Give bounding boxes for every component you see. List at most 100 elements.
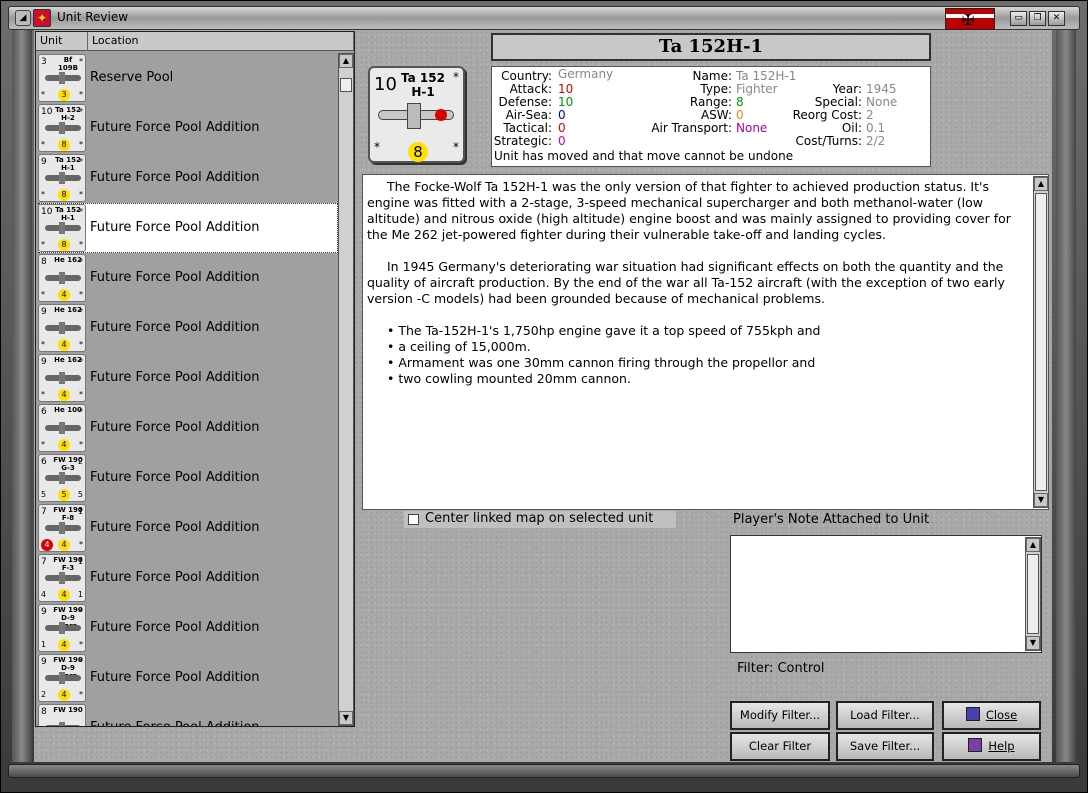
aircraft-icon	[45, 322, 81, 334]
scroll-down-icon[interactable]: ▼	[339, 711, 353, 725]
unit-list-row[interactable]: 9 He 162 * * * 4 Future Force Pool Addition	[38, 353, 338, 403]
unit-list-row[interactable]: 10 Ta 152 H-2 * * * 8 Future Force Pool Additi…	[38, 103, 338, 153]
reorg-value: 2	[866, 108, 874, 122]
counter-bottom-left: 2	[41, 690, 47, 699]
clear-filter-label: Clear Filter	[748, 739, 812, 753]
save-filter-button[interactable]: Save Filter...	[836, 732, 934, 761]
unit-location: Future Force Pool Addition	[90, 170, 260, 185]
aircraft-icon	[45, 722, 81, 726]
unit-list-scrollbar[interactable]: ▲ ▼	[338, 53, 354, 726]
counter-bottom-right: *	[79, 440, 83, 449]
aircraft-icon	[45, 572, 81, 584]
oil-label: Oil:	[841, 121, 862, 135]
aircraft-icon	[45, 672, 81, 684]
airsea-value: 0	[558, 108, 566, 122]
counter-bottom-right: 5	[77, 490, 83, 499]
scroll-down-icon[interactable]: ▼	[1026, 636, 1040, 650]
aircraft-icon	[45, 422, 81, 434]
unit-counter-thumbnail: 9 Ta 152 H-1 * * * 8	[38, 154, 86, 202]
unit-counter: 10 Ta 152 H-1 * * * 8	[368, 66, 465, 163]
counter-bottom-left: *	[41, 90, 45, 99]
center-map-label: Center linked map on selected unit	[425, 511, 654, 526]
unit-list-row[interactable]: 7 FW 190 F-3 1 4 1 4 Future Force Pool Additio…	[38, 553, 338, 603]
clear-filter-button[interactable]: Clear Filter	[730, 732, 830, 761]
counter-name: FW 190	[53, 706, 83, 714]
counter-bottom-left: *	[41, 290, 45, 299]
counter-attack: 10	[41, 107, 53, 117]
aircraft-icon	[45, 222, 81, 234]
asw-label: ASW:	[700, 108, 732, 122]
name-value: Ta 152H-1	[736, 69, 797, 83]
counter-badge: 5	[58, 489, 70, 501]
player-note-field[interactable]: ▲ ▼	[730, 535, 1042, 653]
unit-location: Future Force Pool Addition	[90, 320, 260, 335]
counter-bottom-right: 1	[77, 590, 83, 599]
counter-bottom-right: *	[79, 240, 83, 249]
scroll-thumb[interactable]	[340, 78, 352, 92]
scroll-thumb[interactable]	[1035, 193, 1047, 491]
counter-badge: 4	[58, 339, 70, 351]
close-window-button[interactable]: ✕	[1048, 11, 1065, 26]
help-label: Help	[988, 739, 1015, 753]
minimize-button[interactable]: ▭	[1010, 11, 1027, 26]
description-scrollbar[interactable]: ▲ ▼	[1033, 176, 1049, 508]
unit-location: Future Force Pool Addition	[90, 370, 260, 385]
counter-top-right: 2	[77, 457, 83, 466]
counter-top-right: *	[79, 657, 83, 666]
unit-list-row[interactable]: 8 He 162 * * * 4 Future Force Pool Addition	[38, 253, 338, 303]
load-filter-button[interactable]: Load Filter...	[836, 701, 934, 730]
counter-bottom-right: *	[79, 390, 83, 399]
unit-counter-thumbnail: 9 He 162 * * * 4	[38, 354, 86, 402]
counter-bottom-left: 5	[41, 490, 47, 499]
counter-bottom-left: *	[41, 190, 45, 199]
unit-list: Unit Location 3 Bf 109B * * * 3 Reserve Pool 10…	[35, 31, 355, 727]
strategic-label: Strategic:	[493, 134, 552, 148]
help-button[interactable]: Help	[942, 732, 1041, 761]
counter-name-line1: Ta 152	[401, 71, 445, 85]
german-flag-icon: ✠	[945, 8, 995, 30]
counter-bottom-left: *	[41, 140, 45, 149]
counter-bottom-right: *	[79, 290, 83, 299]
note-scrollbar[interactable]: ▲ ▼	[1025, 537, 1041, 651]
counter-red-badge: 4	[41, 539, 53, 551]
country-label: Country:	[501, 69, 552, 83]
counter-bottom-right: *	[79, 690, 83, 699]
column-header-unit[interactable]: Unit	[36, 32, 88, 51]
unit-list-row[interactable]: 6 FW 190 G-3 2 5 5 5 Future Force Pool Additio…	[38, 453, 338, 503]
unit-location: Future Force Pool Addition	[90, 470, 260, 485]
counter-badge: 4	[58, 589, 70, 601]
unit-list-row[interactable]: 9FW 190 D-9 Dora*1*4Future Force Pool Ad…	[38, 603, 338, 653]
center-map-checkbox[interactable]	[408, 514, 419, 525]
unit-location: Future Force Pool Addition	[90, 570, 260, 585]
close-button[interactable]: Close	[942, 701, 1041, 730]
unit-location: Future Force Pool Addition	[90, 220, 260, 235]
airsea-label: Air-Sea:	[505, 108, 552, 122]
costturns-value: 2/2	[866, 134, 886, 148]
unit-list-row[interactable]: 7 FW 190 F-8 1 * 4 4 Future Force Pool Additio…	[38, 503, 338, 553]
counter-badge: 4	[58, 439, 70, 451]
column-header-location[interactable]: Location	[88, 32, 354, 51]
load-filter-label: Load Filter...	[850, 708, 920, 722]
costturns-label: Cost/Turns:	[795, 134, 862, 148]
unit-list-row[interactable]: 10 Ta 152 H-1 * * * 8 Future Force Pool Additi…	[38, 203, 338, 253]
scroll-up-icon[interactable]: ▲	[1034, 177, 1048, 191]
modify-filter-button[interactable]: Modify Filter...	[730, 701, 830, 730]
system-menu-icon[interactable]: ◢	[15, 10, 31, 26]
scroll-up-icon[interactable]: ▲	[339, 54, 353, 68]
reorg-label: Reorg Cost:	[792, 108, 862, 122]
unit-list-row[interactable]: 3 Bf 109B * * * 3 Reserve Pool	[38, 53, 338, 103]
counter-top-right: *	[79, 257, 83, 266]
scroll-down-icon[interactable]: ▼	[1034, 493, 1048, 507]
unit-list-row[interactable]: 9FW 190 D-9 Dora*2*4Future Force Pool Ad…	[38, 653, 338, 703]
scroll-up-icon[interactable]: ▲	[1026, 538, 1040, 552]
unit-list-row[interactable]: 9 Ta 152 H-1 * * * 8 Future Force Pool Additio…	[38, 153, 338, 203]
center-map-option[interactable]: Center linked map on selected unit	[404, 511, 676, 528]
scroll-thumb[interactable]	[1027, 554, 1039, 634]
tactical-value: 0	[558, 121, 566, 135]
restore-button[interactable]: ❐	[1029, 11, 1046, 26]
unit-counter-thumbnail: 8 FW 190	[38, 704, 86, 726]
unit-list-row[interactable]: 8 FW 190 Future Force Pool Addition	[38, 703, 338, 726]
counter-attack: 10	[41, 207, 53, 217]
unit-list-row[interactable]: 6 He 100 * * * 4 Future Force Pool Addition	[38, 403, 338, 453]
unit-list-row[interactable]: 9 He 162 * * * 4 Future Force Pool Addition	[38, 303, 338, 353]
